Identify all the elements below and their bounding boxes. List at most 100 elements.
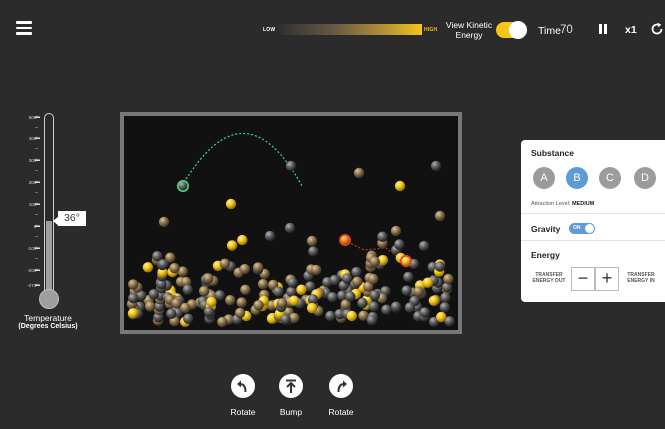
transfer-energy-in-button[interactable]: + [595, 267, 619, 291]
particle [439, 302, 450, 313]
bump-label: Bump [279, 407, 303, 417]
particle [381, 304, 392, 315]
rotate-left-button[interactable] [231, 374, 255, 398]
particle [443, 273, 454, 285]
rotate-left-label: Rotate [230, 407, 256, 417]
particle-red-trail-end [399, 255, 412, 268]
thermo-dash: ▬ [35, 201, 40, 207]
particle [434, 261, 446, 272]
toggle-knob [509, 21, 527, 39]
control-panel: Substance A B C D Attraction Level: MEDI… [521, 140, 665, 302]
view-kinetic-label-line2: Energy [455, 30, 483, 40]
particle [369, 256, 380, 267]
divider [521, 240, 665, 241]
floating-particle [225, 198, 237, 210]
menu-icon[interactable] [16, 21, 32, 35]
attraction-level: Attraction Level: MEDIUM [531, 201, 594, 207]
particle [436, 311, 447, 323]
particle [239, 263, 250, 275]
substance-c-button[interactable]: C [599, 167, 621, 189]
reset-icon[interactable] [650, 22, 664, 36]
attraction-label: Attraction Level: [531, 201, 571, 207]
gravity-label: Gravity [531, 224, 561, 234]
thermo-minor-dash: – [35, 190, 38, 196]
particle [287, 277, 298, 288]
particle [404, 302, 416, 313]
thermo-dash: ▬ [35, 135, 40, 141]
particle [329, 274, 340, 286]
rotate-right-icon [337, 380, 347, 393]
particle [273, 286, 284, 297]
particle [286, 286, 297, 297]
particle [422, 277, 433, 288]
particle [226, 240, 238, 251]
tracked-particle-green [176, 180, 189, 193]
gravity-toggle[interactable]: ON [569, 223, 595, 234]
substance-b-button[interactable]: B [566, 167, 588, 189]
particle [440, 292, 451, 303]
particle [225, 295, 236, 306]
floating-particle [434, 210, 446, 222]
rotate-right-button[interactable] [329, 374, 353, 398]
pause-icon[interactable] [599, 24, 607, 34]
thermo-minor-dash: – [35, 168, 38, 174]
particle [327, 292, 338, 303]
particle [368, 273, 379, 285]
gravity-state: ON [573, 225, 581, 231]
substance-d-button[interactable]: D [634, 167, 656, 189]
particle [169, 263, 180, 274]
particle [366, 315, 378, 326]
time-value: 70 [560, 24, 573, 36]
floating-particle [390, 225, 402, 237]
particle [296, 284, 307, 295]
simulation-container[interactable] [124, 116, 458, 330]
time-label: Time [538, 25, 561, 37]
particle [144, 301, 156, 312]
view-kinetic-energy-label: View Kinetic Energy [444, 20, 494, 40]
transfer-out-line2: ENERGY OUT [532, 278, 566, 284]
particle [127, 308, 139, 319]
particle-field [126, 133, 455, 328]
particle [203, 306, 215, 317]
particle [234, 307, 246, 319]
particle [166, 308, 177, 319]
thermo-minor-dash: – [35, 146, 38, 152]
particle [158, 259, 169, 270]
particle [390, 301, 402, 312]
particle [148, 289, 159, 300]
particle [357, 297, 368, 309]
particle [240, 284, 251, 295]
floating-particle [264, 230, 276, 242]
particle [428, 295, 440, 306]
particle [419, 307, 430, 318]
particle [236, 297, 247, 308]
divider [521, 213, 665, 214]
floating-particle [285, 160, 297, 172]
transfer-energy-out-button[interactable]: − [571, 267, 595, 291]
thermo-dash: ▬ [35, 223, 40, 229]
thermo-minor-dash: – [35, 212, 38, 218]
substance-a-button[interactable]: A [533, 167, 555, 189]
thermo-minor-dash: – [35, 234, 38, 240]
kinetic-low-label: LOW [263, 27, 276, 33]
particle [276, 298, 288, 309]
floating-particle [306, 235, 318, 247]
floating-particle [284, 222, 296, 234]
temperature-title: Temperature [24, 313, 72, 323]
temperature-subtitle: (Degrees Celsius) [18, 323, 78, 330]
transfer-energy-in-label: TRANSFER ENERGY IN [623, 272, 659, 284]
kinetic-high-label: HIGH [424, 27, 438, 33]
thermo-dash: ▬ [35, 245, 40, 251]
kinetic-energy-gradient-bar [279, 24, 422, 35]
particle [206, 296, 217, 308]
particle [289, 312, 300, 324]
speed-button[interactable]: x1 [625, 24, 637, 36]
bump-button[interactable] [279, 374, 303, 398]
particle [288, 295, 300, 306]
thermo-minor-dash: – [35, 256, 38, 262]
temperature-readout: 36° [58, 211, 86, 226]
view-kinetic-energy-toggle[interactable] [496, 21, 527, 39]
thermo-dash: ▬ [35, 282, 40, 288]
floating-particle [418, 240, 430, 252]
rotate-left-icon [237, 380, 247, 393]
